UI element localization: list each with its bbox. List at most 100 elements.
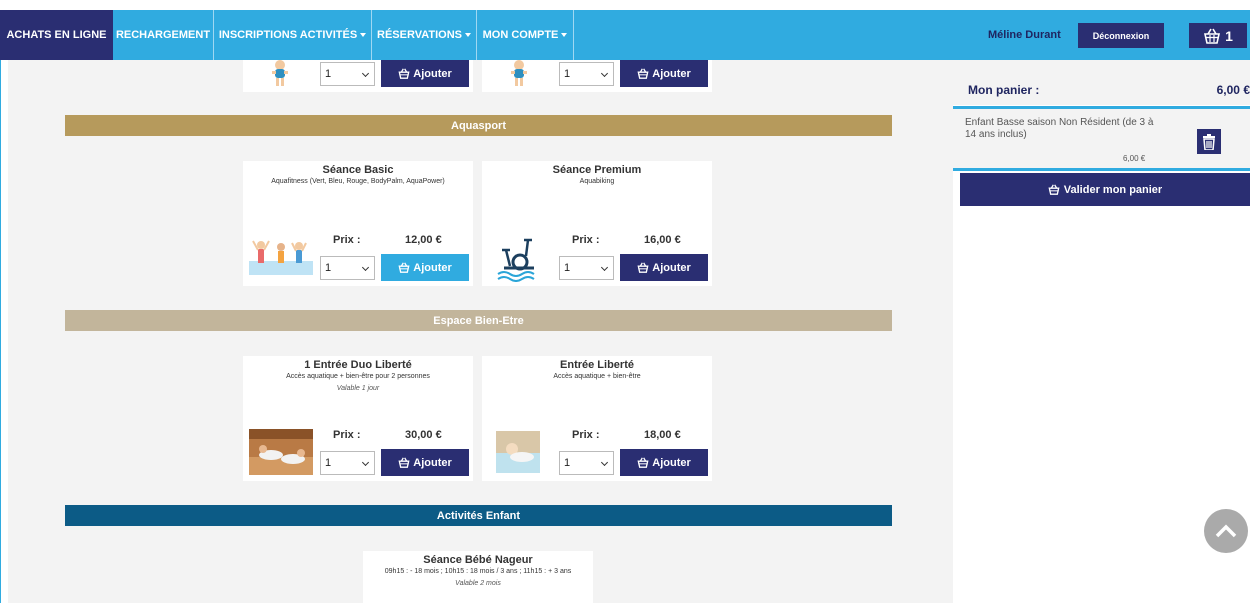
nav-achats-en-ligne[interactable]: ACHATS EN LIGNE <box>0 10 113 60</box>
basket-icon <box>398 262 410 273</box>
add-button[interactable]: Ajouter <box>620 449 708 476</box>
chevron-down-icon <box>600 458 609 467</box>
product-card: Séance Bébé Nageur 09h15 : - 18 mois ; 1… <box>363 551 593 603</box>
scroll-to-top-button[interactable] <box>1204 509 1248 553</box>
price-label: Prix : <box>572 234 600 246</box>
product-card-partial: 1 Ajouter <box>482 60 712 92</box>
cart-total: 6,00 € <box>1216 83 1250 97</box>
chevron-down-icon <box>361 263 370 272</box>
basket-icon <box>637 262 649 273</box>
product-subtitle: Accès aquatique + bien-être pour 2 perso… <box>286 373 430 380</box>
section-header-aquasport: Aquasport <box>65 115 892 136</box>
spa-photo <box>496 431 540 473</box>
product-title: Entrée Liberté <box>560 359 634 371</box>
add-button[interactable]: Ajouter <box>381 60 469 87</box>
quantity-select[interactable]: 1 <box>320 451 375 475</box>
add-button[interactable]: Ajouter <box>620 60 708 87</box>
baby-swimmer-icon <box>272 60 288 86</box>
add-label: Ajouter <box>413 67 452 80</box>
add-label: Ajouter <box>652 456 691 469</box>
nav-label: RECHARGEMENT <box>115 29 211 41</box>
nav-label: ACHATS EN LIGNE <box>6 29 107 41</box>
nav-inscriptions-activites[interactable]: INSCRIPTIONS ACTIVITÉS <box>214 10 372 60</box>
chevron-down-icon <box>600 69 609 78</box>
section-header-bien-etre: Espace Bien-Etre <box>65 310 892 331</box>
quantity-select[interactable]: 1 <box>559 451 614 475</box>
price-value: 18,00 € <box>644 429 681 441</box>
cart-item: Enfant Basse saison Non Résident (de 3 à… <box>953 106 1250 171</box>
quantity-select[interactable]: 1 <box>320 256 375 280</box>
product-catalog: 1 Ajouter 1 Ajouter Aquasport Séance Bas… <box>8 60 953 603</box>
user-name: Méline Durant <box>988 29 1061 41</box>
product-card-partial: 1 Ajouter <box>243 60 473 92</box>
cart-item-price: 6,00 € <box>1123 154 1146 163</box>
add-button[interactable]: Ajouter <box>381 449 469 476</box>
add-label: Ajouter <box>652 261 691 274</box>
logout-button[interactable]: Déconnexion <box>1078 23 1164 48</box>
quantity-select[interactable]: 1 <box>320 62 375 86</box>
cart-button[interactable]: 1 <box>1189 23 1247 48</box>
quantity-select[interactable]: 1 <box>559 256 614 280</box>
baby-swimmer-icon <box>511 60 527 86</box>
product-title: 1 Entrée Duo Liberté <box>304 359 412 371</box>
quantity-select[interactable]: 1 <box>559 62 614 86</box>
price-value: 30,00 € <box>405 429 442 441</box>
chevron-down-icon <box>361 69 370 78</box>
product-subtitle: 09h15 : - 18 mois ; 10h15 : 18 mois / 3 … <box>384 568 572 575</box>
sauna-photo <box>249 429 313 475</box>
aquabike-icon <box>497 238 535 282</box>
product-card: Séance Basic Aquafitness (Vert, Bleu, Ro… <box>243 161 473 286</box>
add-button[interactable]: Ajouter <box>620 254 708 281</box>
price-value: 12,00 € <box>405 234 442 246</box>
chevron-down-icon <box>600 263 609 272</box>
quantity-value: 1 <box>325 262 332 274</box>
price-value: 16,00 € <box>644 234 681 246</box>
basket-icon <box>398 68 410 79</box>
product-title: Séance Premium <box>552 164 642 176</box>
validate-label: Valider mon panier <box>1063 183 1163 196</box>
cart-header: Mon panier : 6,00 € <box>953 60 1250 105</box>
product-card: Séance Premium Aquabiking Prix : 16,00 €… <box>482 161 712 286</box>
left-border <box>0 60 1 603</box>
nav-rechargement[interactable]: RECHARGEMENT <box>113 10 214 60</box>
nav-label: MON COMPTE <box>482 29 559 41</box>
quantity-value: 1 <box>325 457 332 469</box>
product-title: Séance Bébé Nageur <box>423 554 533 566</box>
add-button[interactable]: Ajouter <box>381 254 469 281</box>
product-title: Séance Basic <box>322 164 394 176</box>
product-note: Valable 2 mois <box>455 580 501 587</box>
basket-icon <box>637 68 649 79</box>
caret-down-icon <box>464 33 471 37</box>
quantity-value: 1 <box>564 457 571 469</box>
quantity-value: 1 <box>564 68 571 80</box>
nav-label: RÉSERVATIONS <box>377 29 462 41</box>
caret-down-icon <box>561 33 568 37</box>
basket-icon <box>398 457 410 468</box>
product-card: Entrée Liberté Accès aquatique + bien-êt… <box>482 356 712 481</box>
price-label: Prix : <box>333 429 361 441</box>
aquafitness-group-icon <box>249 240 313 275</box>
cart-title: Mon panier : <box>968 83 1040 97</box>
price-label: Prix : <box>333 234 361 246</box>
nav-mon-compte[interactable]: MON COMPTE <box>477 10 574 60</box>
remove-item-button[interactable] <box>1197 129 1221 154</box>
add-label: Ajouter <box>413 261 452 274</box>
product-subtitle: Aquafitness (Vert, Bleu, Rouge, BodyPalm… <box>271 178 445 185</box>
section-header-activites-enfant: Activités Enfant <box>65 505 892 526</box>
cart-count: 1 <box>1225 27 1233 44</box>
caret-down-icon <box>360 33 367 37</box>
chevron-down-icon <box>361 458 370 467</box>
nav-label: INSCRIPTIONS ACTIVITÉS <box>218 29 358 41</box>
validate-cart-button[interactable]: Valider mon panier <box>960 173 1250 206</box>
nav-reservations[interactable]: RÉSERVATIONS <box>372 10 477 60</box>
basket-icon <box>1048 184 1060 195</box>
trash-icon <box>1203 133 1215 150</box>
add-label: Ajouter <box>413 456 452 469</box>
product-card: 1 Entrée Duo Liberté Accès aquatique + b… <box>243 356 473 481</box>
cart-item-name: Enfant Basse saison Non Résident (de 3 à… <box>965 117 1154 140</box>
quantity-value: 1 <box>325 68 332 80</box>
product-note: Valable 1 jour <box>336 385 380 392</box>
basket-icon <box>637 457 649 468</box>
top-navigation-bar: ACHATS EN LIGNE RECHARGEMENT INSCRIPTION… <box>0 10 1250 60</box>
chevron-up-icon <box>1215 524 1237 538</box>
